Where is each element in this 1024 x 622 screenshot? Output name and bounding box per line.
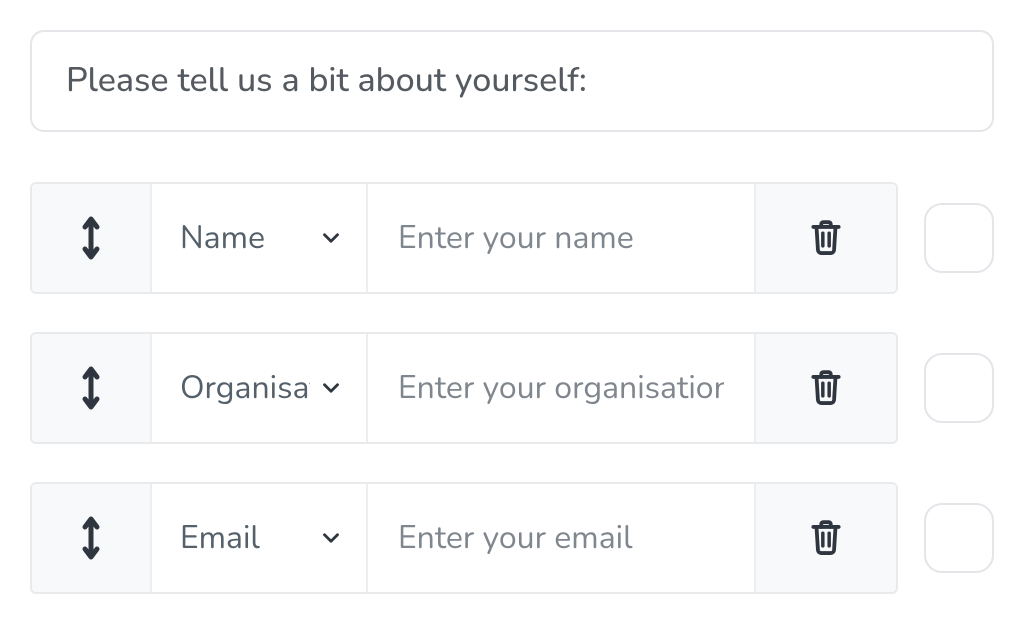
form-intro-text[interactable]: Please tell us a bit about yourself: xyxy=(30,30,994,132)
drag-vertical-icon xyxy=(80,215,102,261)
field-placeholder-input[interactable] xyxy=(396,216,726,261)
delete-row-button[interactable] xyxy=(756,334,896,442)
field-group: Organisation xyxy=(30,332,898,444)
row-checkbox[interactable] xyxy=(924,503,994,573)
field-group: Name xyxy=(30,182,898,294)
trash-icon xyxy=(807,367,845,409)
chevron-down-icon xyxy=(318,525,344,551)
field-type-select[interactable]: Email xyxy=(152,484,368,592)
field-placeholder-input[interactable] xyxy=(396,516,726,561)
field-placeholder-cell xyxy=(368,184,756,292)
trash-icon xyxy=(807,217,845,259)
delete-row-button[interactable] xyxy=(756,184,896,292)
trash-icon xyxy=(807,517,845,559)
chevron-down-icon xyxy=(318,375,344,401)
field-placeholder-input[interactable] xyxy=(396,366,726,411)
chevron-down-icon xyxy=(318,225,344,251)
row-checkbox[interactable] xyxy=(924,203,994,273)
row-checkbox[interactable] xyxy=(924,353,994,423)
field-type-label: Organisation xyxy=(180,367,310,410)
drag-handle[interactable] xyxy=(32,184,152,292)
field-type-label: Name xyxy=(180,217,265,260)
field-type-select[interactable]: Organisation xyxy=(152,334,368,442)
field-rows: Name xyxy=(30,182,994,594)
drag-handle[interactable] xyxy=(32,334,152,442)
field-row: Email xyxy=(30,482,994,594)
drag-vertical-icon xyxy=(80,515,102,561)
field-row: Organisation xyxy=(30,332,994,444)
drag-handle[interactable] xyxy=(32,484,152,592)
field-placeholder-cell xyxy=(368,334,756,442)
field-type-select[interactable]: Name xyxy=(152,184,368,292)
delete-row-button[interactable] xyxy=(756,484,896,592)
field-row: Name xyxy=(30,182,994,294)
field-group: Email xyxy=(30,482,898,594)
field-type-label: Email xyxy=(180,517,260,560)
field-placeholder-cell xyxy=(368,484,756,592)
drag-vertical-icon xyxy=(80,365,102,411)
